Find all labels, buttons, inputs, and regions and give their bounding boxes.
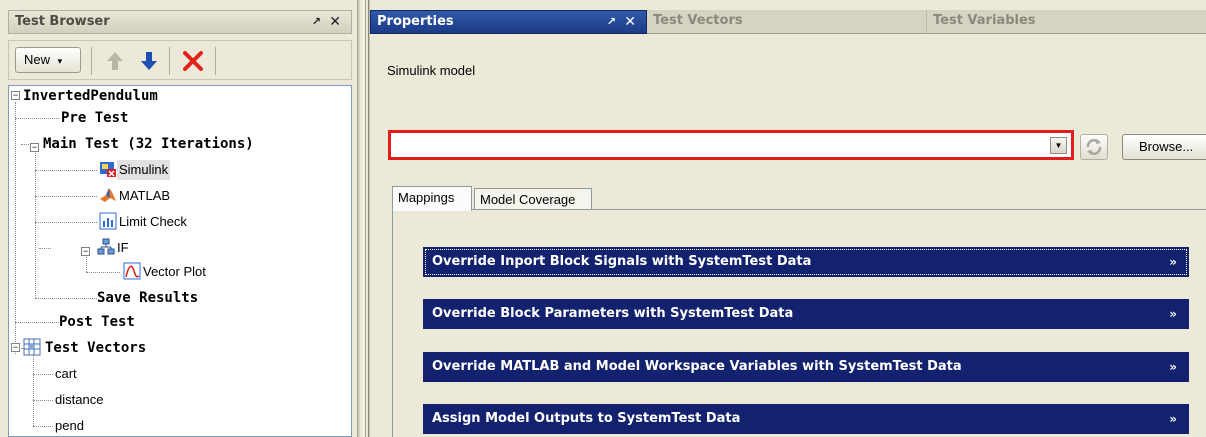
move-down-icon[interactable] [137, 49, 161, 73]
refresh-icon [1086, 139, 1102, 155]
test-tree[interactable]: − − − − InvertedPendulum Pre Test Main T… [8, 85, 352, 437]
test-browser-title: Test Browser [15, 14, 110, 29]
properties-pane: Properties ↗ ✕ Test Vectors Test Variabl… [370, 0, 1206, 437]
tree-node-matlab[interactable]: MATLAB [119, 186, 170, 206]
tree-node-if[interactable]: IF [117, 238, 129, 258]
tree-node-cart[interactable]: cart [55, 364, 77, 384]
browse-button[interactable]: Browse... [1122, 134, 1206, 160]
tree-node-root[interactable]: InvertedPendulum [23, 86, 158, 106]
splitter-grip [363, 0, 364, 437]
tree-line [15, 118, 59, 119]
section-override-workspace-variables[interactable]: Override MATLAB and Model Workspace Vari… [423, 352, 1189, 382]
tab-properties[interactable]: Properties ↗ ✕ [370, 10, 647, 34]
collapse-toggle[interactable]: − [11, 343, 20, 352]
expand-chevron-icon[interactable]: » [1169, 299, 1177, 329]
vector-plot-icon [123, 262, 141, 280]
tree-node-main-test[interactable]: Main Test (32 Iterations) [43, 134, 254, 154]
section-assign-model-outputs[interactable]: Assign Model Outputs to SystemTest Data … [423, 404, 1189, 434]
delete-icon[interactable] [181, 49, 205, 73]
pane-splitter[interactable] [359, 0, 369, 437]
tree-line [86, 254, 87, 272]
simulink-model-combobox[interactable]: ▼ [388, 130, 1074, 160]
test-browser-titlebar: Test Browser ↗ ✕ [8, 10, 352, 34]
tab-properties-label: Properties [377, 14, 454, 29]
tree-node-post-test[interactable]: Post Test [59, 312, 135, 332]
tab-test-variables-label: Test Variables [933, 13, 1036, 28]
mappings-panel: Override Inport Block Signals with Syste… [392, 209, 1206, 437]
test-browser-pane: Test Browser ↗ ✕ New ▾ − − − − InvertedP… [0, 0, 358, 437]
tree-line [15, 102, 16, 354]
section-override-inport-signals[interactable]: Override Inport Block Signals with Syste… [423, 247, 1189, 277]
tree-node-save-results[interactable]: Save Results [97, 288, 198, 308]
new-button-label: New [24, 52, 51, 67]
test-browser-toolbar: New ▾ [8, 40, 352, 80]
splitter-grip [365, 0, 366, 437]
close-tab-icon[interactable]: ✕ [624, 11, 636, 33]
section-title: Override Inport Block Signals with Syste… [432, 254, 812, 269]
tab-test-vectors-label: Test Vectors [653, 13, 743, 28]
section-title: Override MATLAB and Model Workspace Vari… [432, 359, 962, 374]
chevron-down-icon: ▾ [57, 56, 63, 66]
expand-chevron-icon[interactable]: » [1169, 247, 1177, 277]
tab-test-variables[interactable]: Test Variables [927, 10, 1206, 34]
tree-line [35, 298, 97, 299]
tree-line [35, 222, 97, 223]
tree-line [39, 248, 51, 249]
collapse-toggle[interactable]: − [81, 247, 90, 256]
section-title: Override Block Parameters with SystemTes… [432, 306, 794, 321]
tree-line [35, 170, 97, 171]
collapse-toggle[interactable]: − [30, 143, 39, 152]
expand-chevron-icon[interactable]: » [1169, 404, 1177, 434]
if-branch-icon [97, 238, 115, 255]
toolbar-separator [215, 47, 216, 75]
refresh-button[interactable] [1080, 134, 1108, 160]
tree-node-vector-plot[interactable]: Vector Plot [143, 262, 206, 282]
tab-mappings[interactable]: Mappings [392, 186, 472, 211]
tree-node-simulink[interactable]: Simulink [117, 160, 171, 180]
section-override-block-parameters[interactable]: Override Block Parameters with SystemTes… [423, 299, 1189, 329]
tree-line [15, 322, 59, 323]
tree-node-pre-test[interactable]: Pre Test [61, 108, 128, 128]
tree-line [35, 196, 97, 197]
dropdown-arrow-icon[interactable]: ▼ [1050, 137, 1067, 154]
tab-test-vectors[interactable]: Test Vectors [647, 10, 927, 34]
collapse-toggle[interactable]: − [11, 91, 20, 100]
toolbar-separator [169, 47, 170, 75]
move-up-icon[interactable] [103, 49, 127, 73]
tree-line [33, 374, 53, 375]
simulink-model-input[interactable] [395, 136, 955, 154]
tab-model-coverage[interactable]: Model Coverage [474, 188, 592, 210]
limit-check-icon [99, 212, 117, 230]
close-pane-icon[interactable]: ✕ [329, 11, 341, 33]
tree-line [35, 150, 36, 298]
tree-line [86, 272, 120, 273]
simulink-model-label: Simulink model [387, 63, 476, 78]
test-vectors-icon [23, 338, 41, 356]
matlab-icon [100, 188, 116, 202]
section-title: Assign Model Outputs to SystemTest Data [432, 411, 741, 426]
tree-node-pend[interactable]: pend [55, 416, 84, 436]
tree-node-test-vectors[interactable]: Test Vectors [45, 338, 146, 358]
undock-icon[interactable]: ↗ [312, 11, 321, 33]
tree-node-distance[interactable]: distance [55, 390, 103, 410]
tree-line [33, 400, 53, 401]
expand-chevron-icon[interactable]: » [1169, 352, 1177, 382]
new-button[interactable]: New ▾ [15, 47, 81, 73]
undock-icon[interactable]: ↗ [607, 11, 616, 33]
tree-line [33, 426, 53, 427]
toolbar-separator [91, 47, 92, 75]
properties-body: Simulink model ▼ Browse... Mappings Mode… [370, 35, 1206, 437]
document-tabstrip: Properties ↗ ✕ Test Vectors Test Variabl… [370, 10, 1206, 34]
tree-node-limit-check[interactable]: Limit Check [119, 212, 187, 232]
tree-line [33, 354, 34, 426]
simulink-block-icon [100, 162, 116, 177]
